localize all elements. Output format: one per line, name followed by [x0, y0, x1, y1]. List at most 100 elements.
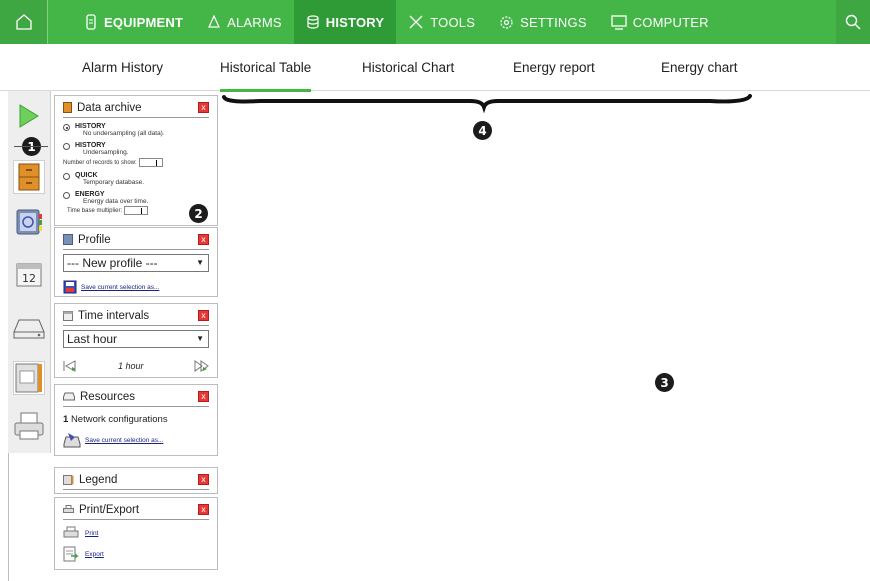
drive-small-icon	[63, 392, 75, 401]
time-base-input[interactable]	[124, 206, 149, 215]
search-icon	[845, 14, 861, 30]
archive-tool[interactable]	[13, 160, 45, 194]
home-icon	[15, 14, 32, 30]
search-button[interactable]	[836, 0, 870, 44]
time-intervals-header: Time intervals x	[63, 306, 209, 326]
data-archive-panel: Data archive x HISTORY No undersampling …	[54, 95, 218, 226]
floppy-icon	[63, 280, 77, 294]
export-icon	[63, 546, 79, 562]
tools-icon	[409, 15, 423, 29]
close-profile-button[interactable]: x	[198, 234, 209, 245]
option-title: ENERGY	[75, 191, 105, 198]
profile-select-value: --- New profile ---	[67, 256, 158, 270]
legend-header: Legend x	[63, 470, 209, 490]
print-tool[interactable]	[13, 409, 45, 443]
records-field-label: Number of records to show:	[63, 159, 137, 166]
printer-small-icon	[63, 504, 74, 515]
time-interval-value: Last hour	[67, 332, 118, 346]
time-interval-select[interactable]: Last hour ▼	[63, 330, 209, 348]
close-print-export-button[interactable]: x	[198, 504, 209, 515]
resources-panel: Resources x 1 Network configurations Sav…	[54, 384, 218, 456]
profile-panel: Profile x --- New profile --- ▼ Save cur…	[54, 227, 218, 297]
calendar-small-icon	[63, 310, 73, 321]
nav-history[interactable]: HISTORY	[293, 0, 397, 44]
bell-icon	[208, 15, 221, 28]
close-legend-button[interactable]: x	[198, 474, 209, 485]
print-export-panel: Print/Export x Print Export	[54, 497, 218, 570]
radio-button[interactable]	[63, 124, 70, 131]
nav-settings[interactable]: SETTINGS	[487, 0, 599, 44]
legend-title: Legend	[79, 473, 118, 486]
profile-small-icon	[63, 234, 73, 245]
option-title: QUICK	[75, 172, 98, 179]
equipment-icon	[86, 14, 96, 30]
profile-title: Profile	[78, 233, 111, 246]
close-data-archive-button[interactable]: x	[198, 102, 209, 113]
nav-tools-label: TOOLS	[430, 14, 476, 30]
tab-energy-report[interactable]: Energy report	[513, 44, 595, 91]
archive-option-energy[interactable]: ENERGY Energy data over time.	[55, 191, 217, 205]
gear-icon	[500, 15, 513, 29]
callout-4: 4	[473, 121, 492, 140]
calendar-icon: 12	[16, 263, 42, 287]
callout-3: 3	[655, 373, 674, 392]
radio-button[interactable]	[63, 173, 70, 180]
archive-option-history-undersampling[interactable]: HISTORY Undersampling.	[55, 142, 217, 156]
archive-option-quick[interactable]: QUICK Temporary database.	[55, 172, 217, 186]
time-intervals-title: Time intervals	[78, 309, 150, 322]
records-input[interactable]	[138, 158, 163, 167]
resources-header: Resources x	[63, 387, 209, 407]
nav-tools[interactable]: TOOLS	[396, 0, 487, 44]
profile-tool[interactable]	[13, 205, 45, 239]
address-book-icon	[16, 209, 42, 235]
profile-header: Profile x	[63, 230, 209, 250]
option-desc: Undersampling.	[83, 149, 129, 156]
tab-historical-table[interactable]: Historical Table	[220, 44, 312, 92]
nav-equipment[interactable]: EQUIPMENT	[72, 0, 195, 44]
database-icon	[307, 15, 319, 29]
print-label: Print	[85, 529, 99, 537]
tab-energy-chart[interactable]: Energy chart	[661, 44, 738, 91]
close-resources-button[interactable]: x	[198, 391, 209, 402]
calendar-tool[interactable]: 12	[13, 257, 45, 291]
side-panels: Data archive x HISTORY No undersampling …	[52, 91, 220, 581]
resources-save-link[interactable]: Save current selection as...	[63, 432, 217, 448]
profile-save-link[interactable]: Save current selection as...	[63, 280, 217, 294]
legend-panel: Legend x	[54, 467, 218, 494]
resources-count-label: Network configurations	[70, 414, 168, 425]
resources-summary: 1 Network configurations	[63, 414, 217, 425]
nav-alarms[interactable]: ALARMS	[195, 0, 294, 44]
step-back-icon[interactable]	[63, 360, 77, 372]
nav-computer[interactable]: COMPUTER	[599, 0, 721, 44]
resources-tool[interactable]	[13, 312, 45, 346]
radio-button[interactable]	[63, 192, 70, 199]
archive-option-history[interactable]: HISTORY No undersampling (all data).	[55, 123, 217, 137]
radio-button[interactable]	[63, 143, 70, 150]
legend-tool[interactable]	[13, 361, 45, 395]
time-base-field-label: Time base multiplier:	[67, 207, 123, 214]
nav-computer-label: COMPUTER	[632, 14, 709, 30]
data-archive-title: Data archive	[77, 101, 142, 114]
print-link[interactable]: Print	[63, 526, 217, 540]
nav-history-label: HISTORY	[325, 14, 385, 30]
profile-select[interactable]: --- New profile --- ▼	[63, 254, 209, 272]
tab-historical-chart[interactable]: Historical Chart	[362, 44, 454, 91]
brace-annotation	[222, 94, 752, 114]
drive-icon	[13, 319, 45, 339]
home-button[interactable]	[0, 0, 48, 44]
run-button[interactable]	[13, 99, 45, 133]
play-icon	[19, 104, 39, 128]
print-export-header: Print/Export x	[63, 500, 209, 520]
close-time-intervals-button[interactable]: x	[198, 310, 209, 321]
export-label: Export	[85, 550, 104, 558]
option-title: HISTORY	[75, 142, 106, 149]
tab-alarm-history[interactable]: Alarm History	[82, 44, 163, 91]
resources-save-label: Save current selection as...	[85, 436, 164, 444]
printer-icon	[14, 412, 44, 440]
profile-save-label: Save current selection as...	[81, 283, 160, 291]
data-archive-header: Data archive x	[63, 98, 209, 118]
export-link[interactable]: Export	[63, 546, 217, 562]
archive-cabinet-icon	[18, 163, 40, 191]
step-forward-icon[interactable]	[193, 360, 209, 372]
nav-equipment-label: EQUIPMENT	[104, 14, 184, 30]
